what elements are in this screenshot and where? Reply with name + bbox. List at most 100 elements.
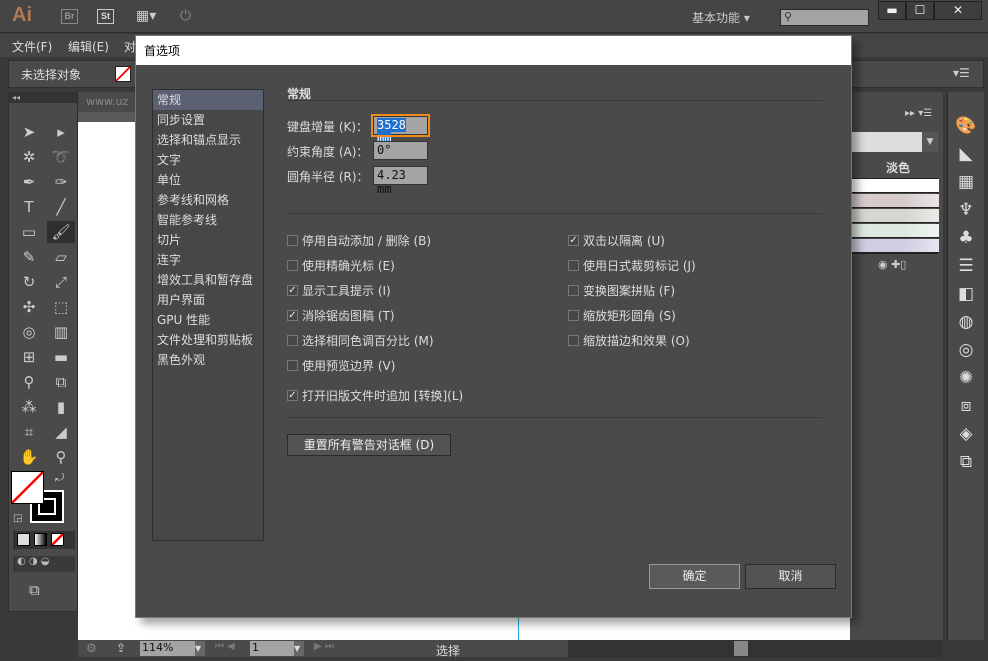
field-input[interactable]: 4.23 mm — [373, 166, 428, 196]
category-item[interactable]: 增效工具和暂存盘 — [153, 270, 263, 290]
option-checkbox[interactable]: 缩放描边和效果 (O) — [568, 332, 690, 349]
stock-button[interactable]: St — [97, 9, 114, 24]
option-checkbox[interactable]: 使用精确光标 (E) — [287, 257, 395, 274]
rectangle-tool-icon[interactable]: ▭ — [15, 221, 43, 243]
option-checkbox[interactable]: 使用日式裁剪标记 (J) — [568, 257, 696, 274]
swatch-actions-icons[interactable]: ◉ ✚▯ — [878, 258, 906, 271]
transparency-icon[interactable]: ◍ — [959, 312, 974, 332]
checkbox-box[interactable] — [287, 235, 298, 246]
category-item[interactable]: 用户界面 — [153, 290, 263, 310]
swap-colors-icon[interactable]: ⤾ — [55, 471, 64, 485]
artboards-icon[interactable]: ⧉ — [960, 452, 972, 472]
checkbox-box[interactable] — [287, 335, 298, 346]
ok-button[interactable]: 确定 — [649, 564, 740, 589]
minimize-button[interactable]: ▬ — [878, 1, 906, 20]
swatches-icon[interactable]: ▦ — [958, 172, 974, 192]
legacy-append-checkbox[interactable]: ✓ 打开旧版文件时追加 [转换](L) — [287, 387, 463, 404]
default-colors-icon[interactable]: ◲ — [13, 513, 22, 524]
symbol-sprayer-tool-icon[interactable]: ⁂ — [15, 396, 43, 418]
fill-color-swatch[interactable] — [11, 471, 44, 504]
slice-tool-icon[interactable]: ◢ — [47, 421, 75, 443]
category-item[interactable]: 文字 — [153, 150, 263, 170]
curvature-tool-icon[interactable]: ✑ — [47, 171, 75, 193]
category-item[interactable]: 同步设置 — [153, 110, 263, 130]
option-checkbox[interactable]: 使用预览边界 (V) — [287, 357, 395, 374]
sync-icon[interactable]: ⏻ — [180, 8, 191, 24]
page-dropdown-icon[interactable]: ▼ — [294, 641, 304, 656]
drawing-mode-icons[interactable]: ◐ ◑ ◒ — [13, 556, 75, 572]
free-transform-tool-icon[interactable]: ⬚ — [47, 296, 75, 318]
export-icon[interactable]: ⧈ — [961, 396, 972, 416]
reset-warnings-button[interactable]: 重置所有警告对话框 (D) — [287, 434, 451, 456]
none-button[interactable] — [51, 533, 64, 546]
category-item[interactable]: 选择和锚点显示 — [153, 130, 263, 150]
eraser-tool-icon[interactable]: ▱ — [47, 246, 75, 268]
workspace-switcher[interactable]: 基本功能 ▾ — [692, 9, 750, 26]
category-item[interactable]: GPU 性能 — [153, 310, 263, 330]
option-checkbox[interactable]: ✓ 消除锯齿图稿 (T) — [287, 307, 395, 324]
arrange-documents-icon[interactable]: ▦▾ — [136, 8, 156, 24]
cancel-button[interactable]: 取消 — [745, 564, 836, 589]
layers-icon[interactable]: ◈ — [959, 424, 972, 444]
checkbox-box[interactable] — [568, 285, 579, 296]
zoom-tool-icon[interactable]: ⚲ — [47, 446, 75, 468]
option-checkbox[interactable]: 停用自动添加 / 删除 (B) — [287, 232, 431, 249]
fill-swatch[interactable] — [115, 66, 131, 82]
line-tool-icon[interactable]: ╱ — [47, 196, 75, 218]
category-item[interactable]: 参考线和网格 — [153, 190, 263, 210]
appearance-icon[interactable]: ◎ — [959, 340, 974, 360]
swatch-row[interactable] — [851, 224, 939, 238]
color-group-dropdown[interactable] — [850, 132, 922, 152]
graphic-styles-icon[interactable]: ✺ — [959, 368, 973, 388]
lasso-tool-icon[interactable]: ➰ — [47, 146, 75, 168]
category-item[interactable]: 黑色外观 — [153, 350, 263, 370]
option-checkbox[interactable]: ✓ 显示工具提示 (I) — [287, 282, 391, 299]
panel-menu-icon[interactable]: ▾☰ — [953, 66, 970, 80]
checkbox-box[interactable] — [287, 360, 298, 371]
category-item[interactable]: 单位 — [153, 170, 263, 190]
blend-tool-icon[interactable]: ⧉ — [47, 371, 75, 393]
category-item[interactable]: 连字 — [153, 250, 263, 270]
paintbrush-tool-icon[interactable]: 🖌 — [47, 221, 75, 243]
checkbox-box[interactable] — [287, 260, 298, 271]
checkbox-box[interactable]: ✓ — [568, 235, 579, 246]
magic-wand-tool-icon[interactable]: ✲ — [15, 146, 43, 168]
swatch-row[interactable] — [851, 179, 939, 193]
color-button[interactable] — [17, 533, 30, 546]
checkbox-box[interactable]: ✓ — [287, 285, 298, 296]
scale-tool-icon[interactable]: ⤢ — [47, 271, 75, 293]
menu-edit[interactable]: 编辑(E) — [68, 38, 109, 55]
share-icon[interactable]: ⇪ — [116, 641, 126, 655]
stroke-icon[interactable]: ☰ — [958, 256, 973, 276]
sync-status-icon[interactable]: ⚙ — [86, 641, 97, 655]
brushes-icon[interactable]: ♆ — [958, 200, 973, 220]
rotate-tool-icon[interactable]: ↻ — [15, 271, 43, 293]
swatch-row[interactable] — [851, 194, 939, 208]
eyedropper-tool-icon[interactable]: ⚲ — [15, 371, 43, 393]
zoom-input[interactable]: 114% — [140, 641, 195, 656]
field-input[interactable]: 3528 mm — [371, 114, 430, 146]
panel-options-icon[interactable]: ▸▸ ▾☰ — [905, 108, 932, 119]
color-guide-icon[interactable]: ◣ — [959, 144, 972, 164]
document-tab[interactable]: www.uz — [78, 92, 138, 112]
pen-tool-icon[interactable]: ✒ — [15, 171, 43, 193]
collapse-icon[interactable]: ◂◂ — [9, 93, 77, 103]
checkbox-box[interactable] — [568, 260, 579, 271]
horizontal-scrollbar[interactable] — [568, 640, 942, 657]
pencil-tool-icon[interactable]: ✎ — [15, 246, 43, 268]
category-item[interactable]: 文件处理和剪贴板 — [153, 330, 263, 350]
artboard-tool-icon[interactable]: ⌗ — [15, 421, 43, 443]
checkbox-box[interactable]: ✓ — [287, 310, 298, 321]
checkbox-box[interactable] — [568, 310, 579, 321]
search-input[interactable]: ⚲ — [780, 9, 869, 26]
category-item[interactable]: 切片 — [153, 230, 263, 250]
page-input[interactable]: 1 — [250, 641, 294, 656]
option-checkbox[interactable]: 变换图案拼贴 (F) — [568, 282, 675, 299]
checkbox-box[interactable] — [568, 335, 579, 346]
gradient-tool-icon[interactable]: ▬ — [47, 346, 75, 368]
option-checkbox[interactable]: 缩放矩形圆角 (S) — [568, 307, 676, 324]
scroll-thumb[interactable] — [734, 641, 748, 656]
gradient-icon[interactable]: ◧ — [958, 284, 974, 304]
direct-selection-tool-icon[interactable]: ▸ — [47, 121, 75, 143]
swatch-row[interactable] — [851, 209, 939, 223]
